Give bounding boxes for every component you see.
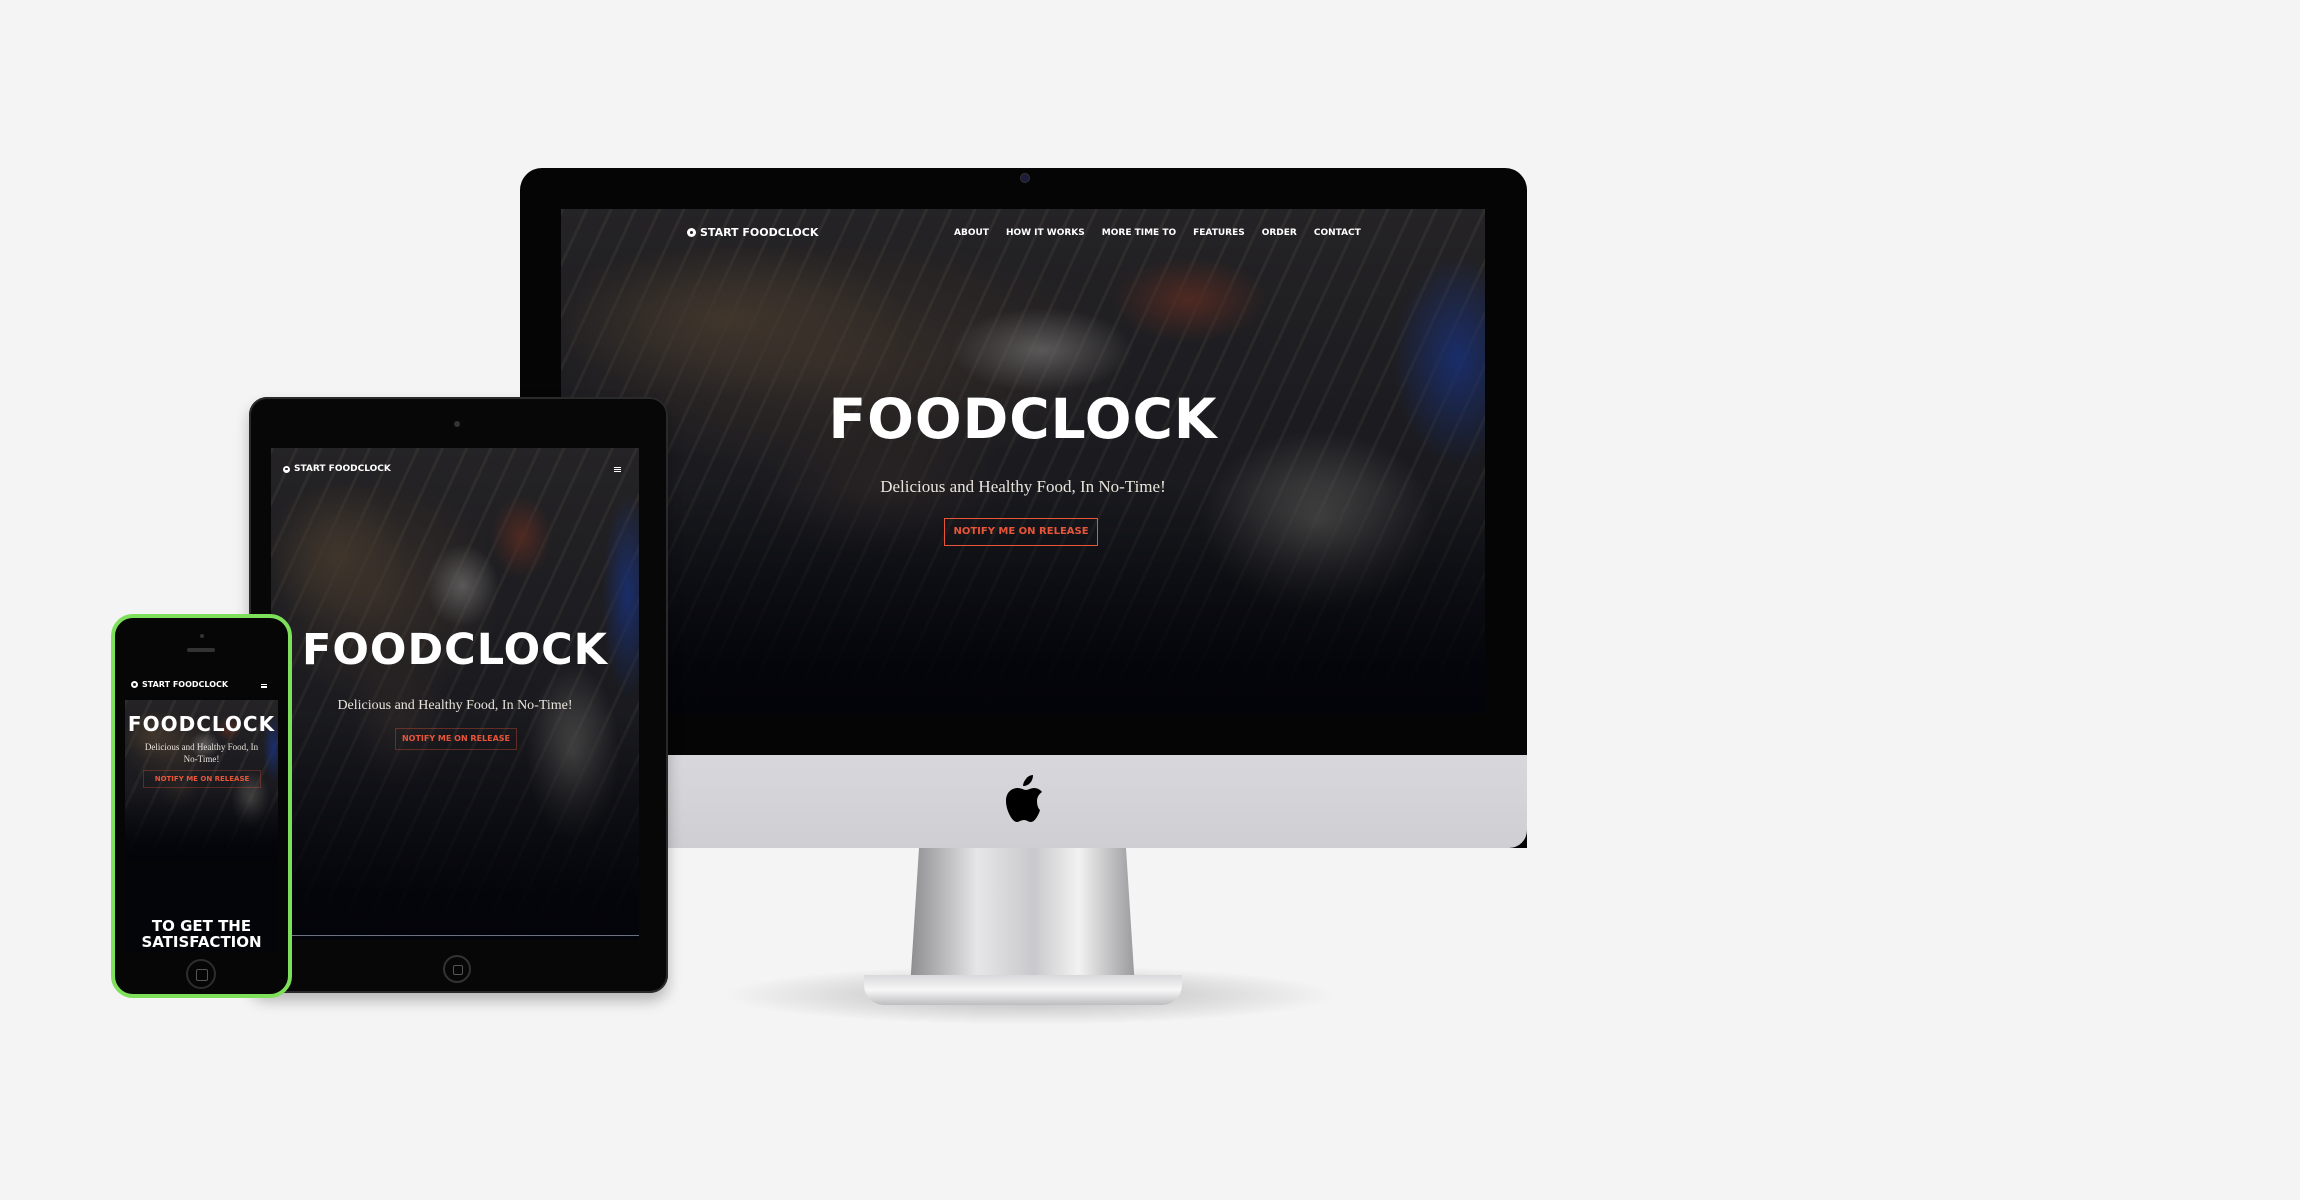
desktop-site-screen: START FOODCLOCK ABOUT HOW IT WORKS MORE …	[561, 209, 1485, 713]
clock-logo-icon	[131, 681, 138, 688]
apple-logo-icon	[1006, 775, 1042, 822]
main-nav: ABOUT HOW IT WORKS MORE TIME TO FEATURES…	[954, 228, 1361, 238]
clock-logo-icon	[283, 465, 290, 473]
tablet-site-screen: START FOODCLOCK FOODCLOCK Delicious and …	[271, 448, 639, 940]
ipad-camera	[454, 421, 460, 427]
mobile-navbar: START FOODCLOCK	[125, 672, 278, 698]
section-divider	[271, 935, 639, 936]
imac-camera	[1020, 173, 1030, 183]
satisfaction-heading: TO GET THE SATISFACTION	[141, 917, 262, 951]
notify-button[interactable]: NOTIFY ME ON RELEASE	[143, 770, 261, 788]
brand-label: START FOODCLOCK	[142, 680, 229, 689]
mobile-site-screen: START FOODCLOCK FOODCLOCK Delicious and …	[125, 672, 278, 952]
mobile-hero: FOODCLOCK Delicious and Healthy Food, In…	[125, 700, 278, 860]
brand-link[interactable]: START FOODCLOCK	[283, 464, 391, 474]
hero-title: FOODCLOCK	[828, 387, 1218, 451]
hero-title: FOODCLOCK	[127, 712, 276, 736]
notify-button[interactable]: NOTIFY ME ON RELEASE	[395, 728, 517, 750]
imac-foot	[864, 975, 1182, 1005]
iphone-home-button[interactable]	[186, 959, 216, 989]
iphone-speaker	[187, 648, 215, 652]
nav-contact[interactable]: CONTACT	[1314, 228, 1361, 238]
nav-more-time-to[interactable]: MORE TIME TO	[1102, 228, 1176, 238]
brand-link[interactable]: START FOODCLOCK	[131, 680, 228, 689]
imac-stand	[910, 848, 1135, 988]
hero-subtitle: Delicious and Healthy Food, In No-Time!	[337, 698, 573, 713]
hamburger-menu-icon[interactable]	[614, 467, 621, 472]
iphone-camera	[200, 634, 204, 638]
brand-link[interactable]: START FOODCLOCK	[687, 226, 818, 239]
brand-label: START FOODCLOCK	[294, 464, 391, 474]
hero-subtitle: Delicious and Healthy Food, In No-Time!	[144, 742, 259, 764]
hero-subtitle: Delicious and Healthy Food, In No-Time!	[880, 477, 1166, 496]
nav-features[interactable]: FEATURES	[1193, 228, 1245, 238]
clock-logo-icon	[687, 228, 696, 237]
nav-order[interactable]: ORDER	[1262, 228, 1297, 238]
hamburger-menu-icon[interactable]	[261, 684, 267, 688]
brand-label: START FOODCLOCK	[700, 226, 819, 239]
nav-about[interactable]: ABOUT	[954, 228, 989, 238]
nav-how-it-works[interactable]: HOW IT WORKS	[1006, 228, 1085, 238]
hero-title: FOODCLOCK	[301, 625, 609, 675]
notify-button[interactable]: NOTIFY ME ON RELEASE	[944, 518, 1098, 546]
ipad-home-button[interactable]	[443, 955, 471, 983]
